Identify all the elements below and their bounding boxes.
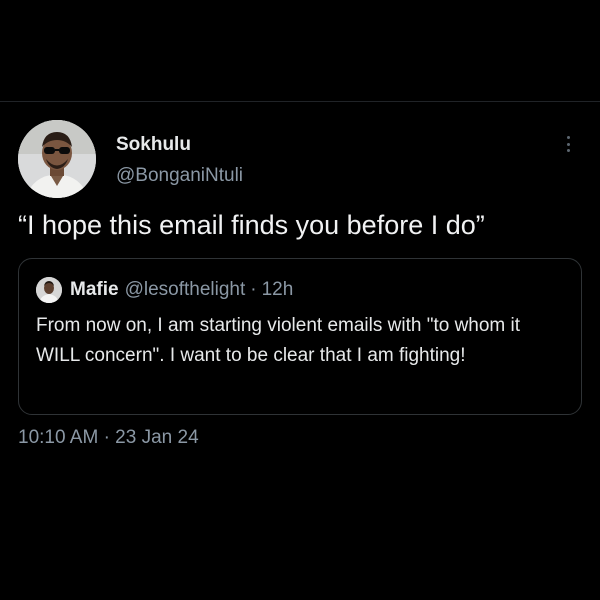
author-display-name[interactable]: Sokhulu xyxy=(116,134,243,156)
tweet-screenshot: Sokhulu @BonganiNtuli “I hope this email… xyxy=(0,0,600,600)
metadata-separator: · xyxy=(103,427,110,448)
quoted-tweet-text: From now on, I am starting violent email… xyxy=(36,315,521,366)
author-avatar[interactable] xyxy=(18,120,96,198)
quoted-author-avatar-image xyxy=(36,277,62,303)
tweet-metadata: 10:10 AM · 23 Jan 24 xyxy=(18,427,584,449)
more-options-icon[interactable] xyxy=(560,132,576,156)
quoted-author-avatar[interactable] xyxy=(36,277,62,303)
quoted-author-handle[interactable]: @lesofthelight xyxy=(125,279,246,301)
dot xyxy=(566,142,570,146)
tweet-date[interactable]: 23 Jan 24 xyxy=(115,427,198,448)
quoted-tweet-time[interactable]: 12h xyxy=(262,279,294,301)
tweet-header: Sokhulu @BonganiNtuli xyxy=(18,120,584,198)
quoted-tweet-separator: · xyxy=(250,279,257,300)
quoted-tweet-header: Mafie @lesofthelight · 12h xyxy=(36,277,563,303)
tweet[interactable]: Sokhulu @BonganiNtuli “I hope this email… xyxy=(18,120,584,449)
author-avatar-image xyxy=(18,120,96,198)
tweet-time[interactable]: 10:10 AM xyxy=(18,427,98,448)
tweet-text: “I hope this email finds you before I do… xyxy=(18,210,485,240)
divider xyxy=(0,101,600,102)
quoted-author-display-name[interactable]: Mafie xyxy=(70,279,119,301)
dot xyxy=(566,136,570,139)
dot xyxy=(566,149,570,152)
quoted-tweet[interactable]: Mafie @lesofthelight · 12h From now on, … xyxy=(18,258,582,415)
author-handle[interactable]: @BonganiNtuli xyxy=(116,165,243,187)
author-names: Sokhulu @BonganiNtuli xyxy=(116,134,243,187)
